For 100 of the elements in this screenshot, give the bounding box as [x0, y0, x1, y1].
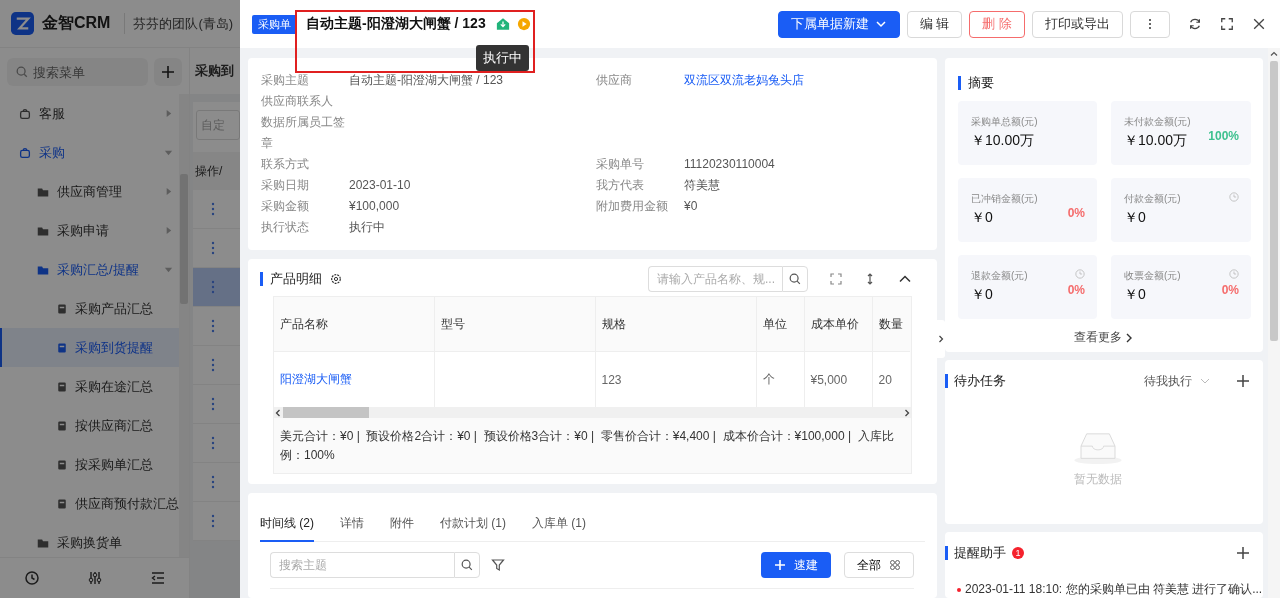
metric-percent: 0%	[1067, 283, 1085, 297]
more-icon[interactable]	[211, 475, 215, 489]
tab[interactable]: 付款计划 (1)	[440, 515, 506, 542]
more-icon[interactable]	[211, 397, 215, 411]
fullscreen-icon[interactable]	[1220, 17, 1234, 31]
menu-item[interactable]: 按采购单汇总	[0, 445, 179, 484]
column-header: 规格	[595, 297, 756, 352]
more-icon[interactable]	[211, 319, 215, 333]
field-value: ¥0	[684, 198, 699, 215]
menu-item[interactable]: 采购汇总/提醒	[0, 250, 179, 289]
section-title: 摘要	[958, 76, 994, 90]
header-button[interactable]: 删 除	[969, 10, 1025, 38]
all-button[interactable]: 全部	[844, 552, 914, 578]
menu-item[interactable]: 按供应商汇总	[0, 406, 179, 445]
metric-value: ￥10.00万	[1124, 132, 1188, 150]
field-label: 我方代表	[596, 177, 645, 194]
menu-item[interactable]: 采购	[0, 133, 179, 172]
caret-icon	[164, 109, 173, 118]
see-more-link[interactable]: 查看更多	[1074, 329, 1134, 346]
horizontal-scrollbar[interactable]	[274, 407, 911, 418]
menu-item[interactable]: 采购在途汇总	[0, 367, 179, 406]
field-label: 供应商	[596, 72, 633, 89]
close-icon[interactable]	[1252, 17, 1266, 31]
history-icon[interactable]	[23, 570, 40, 586]
menu-scrollbar[interactable]	[179, 94, 189, 557]
play-icon[interactable]	[516, 17, 531, 31]
team-name[interactable]: 芬芬的团队(青岛)	[133, 14, 234, 33]
supplier-link[interactable]: 双流区双流老妈兔头店	[684, 70, 924, 91]
more-icon[interactable]	[211, 358, 215, 372]
metric-label: 采购单总额(元)	[971, 115, 1038, 129]
column-header: 数量	[872, 297, 910, 352]
menu-item[interactable]: 客服	[0, 94, 179, 133]
field-label: 附加费用金额	[596, 198, 669, 215]
header-button[interactable]: 编 辑	[906, 10, 963, 38]
menu-search-field[interactable]: 搜索菜单	[7, 58, 148, 86]
caret-icon	[164, 265, 173, 274]
search-icon	[460, 558, 474, 572]
menu-item[interactable]: 供应商管理	[0, 172, 179, 211]
field-value: 执行中	[349, 219, 386, 236]
brand-name: 金智CRM	[42, 13, 126, 34]
chevron-up-icon[interactable]	[1270, 50, 1278, 58]
search-button[interactable]	[782, 266, 808, 292]
house-icon	[495, 17, 510, 31]
metric-label: 付款金额(元)	[1124, 192, 1181, 206]
document-icon	[56, 419, 68, 432]
product-search-field[interactable]: 请输入产品名称、规...	[648, 266, 782, 292]
metric-percent: 0%	[1221, 283, 1239, 297]
filter-icon[interactable]	[491, 558, 505, 572]
refresh-icon[interactable]	[1188, 17, 1202, 31]
metric-value: ￥0	[1124, 286, 1146, 304]
search-button[interactable]	[454, 552, 480, 578]
reminder-text[interactable]: 2023-01-11 18:10: 您的采购单已由 符美慧 进行了确认...	[965, 581, 1263, 598]
menu-item[interactable]: 采购换货单	[0, 523, 179, 557]
menu-item[interactable]: 采购申请	[0, 211, 179, 250]
more-icon[interactable]	[211, 202, 215, 216]
table-header: 操作/	[193, 152, 240, 190]
settings-icon[interactable]	[330, 273, 342, 285]
section-title: 产品明细	[260, 272, 322, 286]
sliders-icon[interactable]	[86, 570, 103, 586]
add-button[interactable]	[154, 58, 182, 86]
menu-item[interactable]: 采购产品汇总	[0, 289, 179, 328]
logo-icon	[11, 12, 34, 35]
more-icon[interactable]	[211, 280, 215, 294]
menu-item[interactable]: 供应商预付款汇总	[0, 484, 179, 523]
more-icon[interactable]	[211, 514, 215, 528]
more-icon[interactable]	[211, 436, 215, 450]
section-title: 提醒助手	[945, 546, 1006, 560]
header-button[interactable]: 下属单据新建	[777, 10, 900, 38]
field-value: 符美慧	[684, 177, 721, 194]
caret-icon	[874, 18, 887, 30]
type-tag: 采购单	[252, 14, 297, 34]
menu-item[interactable]: 采购到货提醒	[0, 328, 179, 367]
todo-filter-dropdown[interactable]: 待我执行	[1144, 372, 1210, 390]
field-value: 自动主题-阳澄湖大闸蟹 / 123	[349, 72, 505, 89]
tab[interactable]: 详情	[340, 515, 364, 542]
tab[interactable]: 入库单 (1)	[532, 515, 586, 542]
add-icon[interactable]	[1236, 374, 1250, 388]
search-icon	[15, 65, 29, 79]
quick-create-button[interactable]: 速建	[761, 552, 831, 578]
collapse-menu-icon[interactable]	[149, 570, 166, 586]
header-button[interactable]: 打印或导出	[1032, 10, 1123, 38]
field-label: 供应商联系人	[261, 93, 334, 110]
search-icon	[788, 272, 802, 286]
vertical-scrollbar[interactable]	[1268, 48, 1280, 598]
more-icon[interactable]	[211, 241, 215, 255]
chevron-left-icon[interactable]	[274, 408, 282, 417]
chevron-right-icon[interactable]	[903, 408, 911, 417]
add-icon[interactable]	[1236, 546, 1250, 560]
product-link[interactable]: 阳澄湖大闸蟹	[280, 372, 352, 386]
metric-percent: 100%	[1208, 129, 1239, 143]
bag-icon	[18, 106, 32, 121]
bag-icon	[18, 145, 32, 160]
field-label: 联系方式	[261, 156, 310, 173]
topic-search-field[interactable]: 搜索主题	[270, 552, 454, 578]
field-label: 采购金额	[261, 198, 310, 215]
metric-value: ￥10.00万	[971, 132, 1035, 150]
tab[interactable]: 附件	[390, 515, 414, 542]
tab[interactable]: 时间线 (2)	[260, 515, 314, 542]
column-header: 成本单价	[804, 297, 872, 352]
chevron-right-icon	[1124, 332, 1134, 343]
